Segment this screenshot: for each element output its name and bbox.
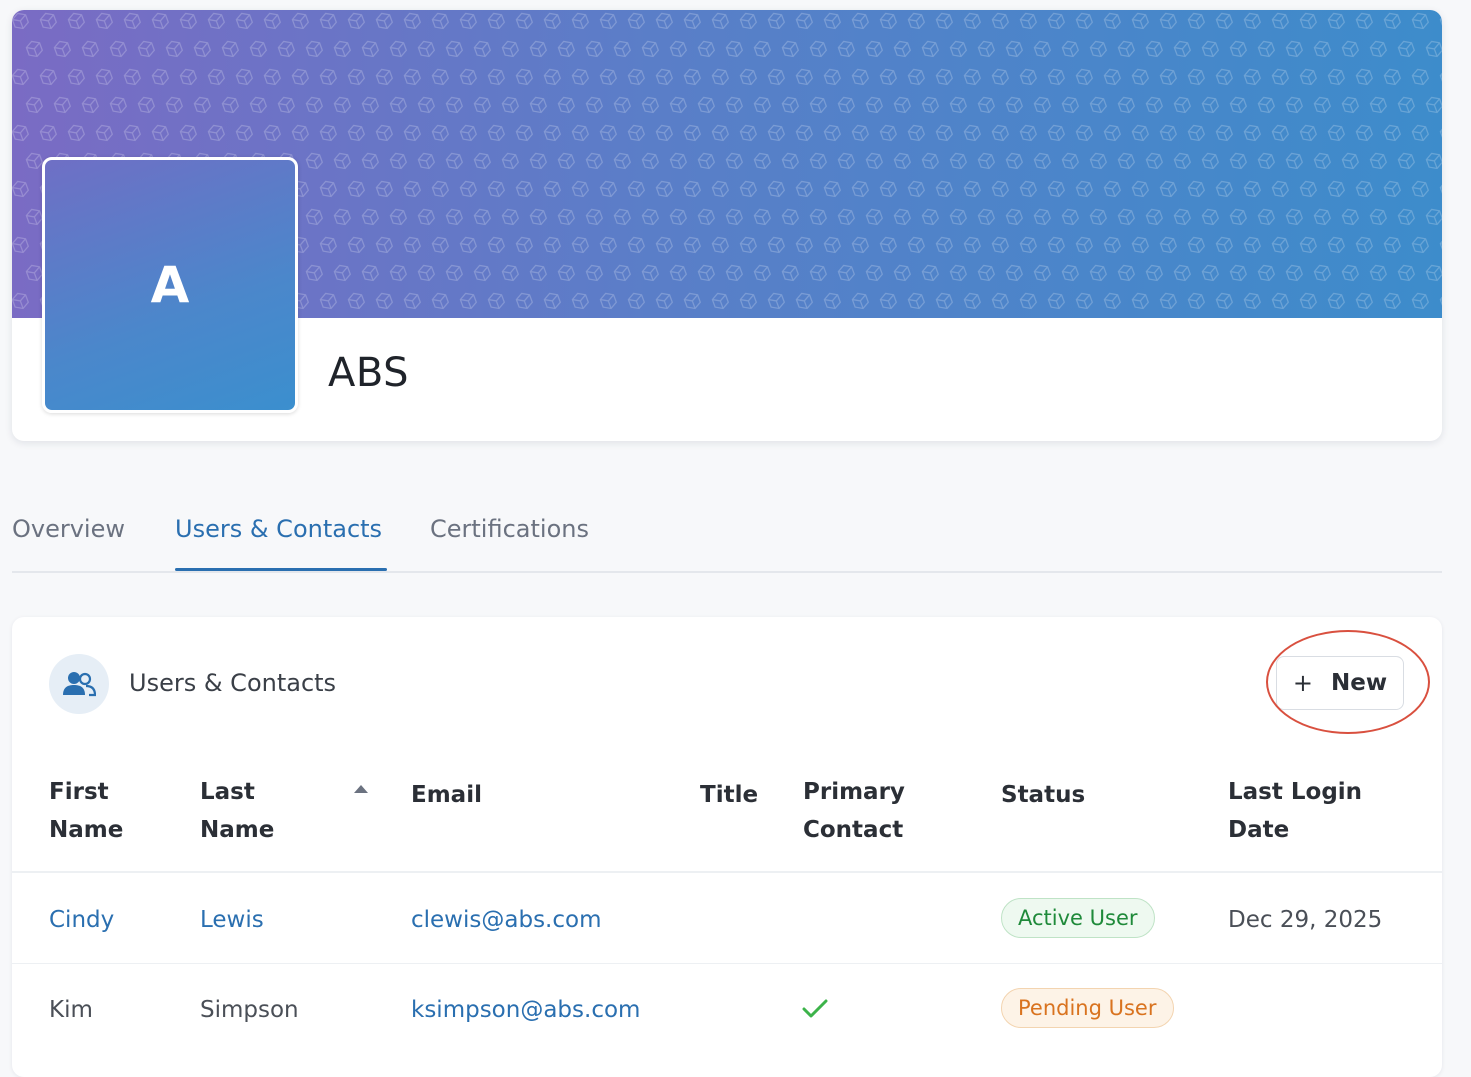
users-icon-badge xyxy=(49,654,109,714)
row-1-email[interactable]: clewis@abs.com xyxy=(411,907,601,933)
header-title[interactable]: Title xyxy=(700,776,758,814)
tab-certifications[interactable]: Certifications xyxy=(430,515,589,543)
company-avatar: A xyxy=(42,157,298,413)
row-1-first-name[interactable]: Cindy xyxy=(49,907,114,933)
header-divider xyxy=(12,871,1442,873)
check-icon xyxy=(802,999,828,1018)
row-2-email[interactable]: ksimpson@abs.com xyxy=(411,997,640,1023)
plus-icon: + xyxy=(1292,669,1313,697)
header-status[interactable]: Status xyxy=(1001,776,1085,814)
users-contacts-card: Users & Contacts + New First Name Last N… xyxy=(12,617,1442,1077)
row-1-last-login: Dec 29, 2025 xyxy=(1228,907,1383,933)
row-2-first-name: Kim xyxy=(49,997,93,1023)
tab-overview[interactable]: Overview xyxy=(12,515,125,543)
tab-users-contacts[interactable]: Users & Contacts xyxy=(175,515,382,543)
users-icon xyxy=(63,672,96,697)
row-divider xyxy=(12,963,1442,964)
new-button-label: New xyxy=(1331,670,1388,696)
header-first-name[interactable]: First Name xyxy=(49,773,123,849)
section-title: Users & Contacts xyxy=(129,669,337,697)
row-2-last-name: Simpson xyxy=(200,997,299,1023)
new-user-button[interactable]: + New xyxy=(1276,656,1404,710)
header-email[interactable]: Email xyxy=(411,776,482,814)
avatar-letter: A xyxy=(150,256,190,314)
tab-bar: Overview Users & Contacts Certifications xyxy=(12,505,1442,573)
active-tab-indicator xyxy=(175,568,387,571)
row-2-status-badge: Pending User xyxy=(1001,988,1174,1028)
company-profile-card: A ABS xyxy=(12,10,1442,441)
company-name: ABS xyxy=(328,350,409,396)
header-last-login-date[interactable]: Last Login Date xyxy=(1228,773,1362,849)
header-primary-contact[interactable]: Primary Contact xyxy=(803,773,905,849)
row-1-last-name[interactable]: Lewis xyxy=(200,907,264,933)
sort-ascending-icon[interactable] xyxy=(354,785,368,793)
header-last-name[interactable]: Last Name xyxy=(200,773,274,849)
row-1-status-badge: Active User xyxy=(1001,898,1155,938)
